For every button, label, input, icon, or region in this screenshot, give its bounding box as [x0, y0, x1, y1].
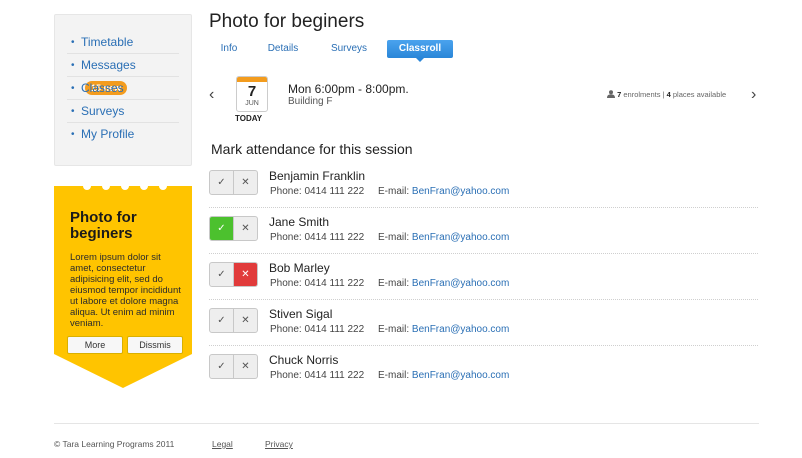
student-email: E-mail: BenFran@yahoo.com	[378, 370, 509, 381]
copyright: © Tara Learning Programs 2011	[54, 439, 175, 449]
session-time: Mon 6:00pm - 8:00pm.	[288, 82, 409, 96]
places-count: 4	[666, 90, 671, 99]
student-row: ✓ ✕ Benjamin Franklin Phone: 0414 111 22…	[209, 162, 758, 208]
email-link[interactable]: BenFran@yahoo.com	[412, 324, 509, 335]
session-header: ‹ 7 JUN TODAY Mon 6:00pm - 8:00pm. Build…	[205, 74, 765, 124]
session-location: Building F	[288, 96, 333, 107]
more-button[interactable]: More	[67, 336, 123, 354]
phone-label: Phone:	[270, 370, 302, 381]
session-day: 7	[247, 83, 257, 100]
mark-absent-button[interactable]: ✕	[234, 355, 257, 378]
student-phone: Phone: 0414 111 222	[270, 232, 364, 243]
email-label: E-mail:	[378, 186, 410, 197]
today-label: TODAY	[235, 114, 263, 123]
email-link[interactable]: BenFran@yahoo.com	[412, 278, 509, 289]
sidebar-item-timetable[interactable]: Timetable	[67, 31, 179, 54]
student-row: ✓ ✕ Stiven Sigal Phone: 0414 111 222 E-m…	[209, 300, 758, 346]
mark-present-button[interactable]: ✓	[210, 263, 234, 286]
mark-absent-button[interactable]: ✕	[234, 217, 257, 240]
sidebar-item-label: My Profile	[81, 127, 135, 141]
phone-value: 0414 111 222	[304, 324, 365, 335]
page-title: Photo for beginers	[209, 11, 365, 32]
email-link[interactable]: BenFran@yahoo.com	[412, 186, 509, 197]
student-email: E-mail: BenFran@yahoo.com	[378, 232, 509, 243]
mark-present-button[interactable]: ✓	[210, 171, 234, 194]
attendance-list: ✓ ✕ Benjamin Franklin Phone: 0414 111 22…	[209, 162, 758, 392]
tab-classroll[interactable]: Classroll	[387, 40, 453, 62]
footer: © Tara Learning Programs 2011 Legal Priv…	[54, 423, 759, 458]
mark-absent-button[interactable]: ✕	[234, 263, 257, 286]
tab-surveys[interactable]: Surveys	[317, 40, 381, 58]
email-label: E-mail:	[378, 324, 410, 335]
phone-label: Phone:	[270, 278, 302, 289]
sidebar-item-surveys[interactable]: Surveys	[67, 100, 179, 123]
attendance-toggle: ✓ ✕	[209, 170, 258, 195]
student-email: E-mail: BenFran@yahoo.com	[378, 324, 509, 335]
sidebar-item-my-profile[interactable]: My Profile	[67, 123, 179, 146]
dismiss-button[interactable]: Dissmis	[127, 336, 183, 354]
phone-label: Phone:	[270, 232, 302, 243]
email-label: E-mail:	[378, 278, 410, 289]
student-name: Benjamin Franklin	[269, 169, 366, 183]
legal-link[interactable]: Legal	[212, 439, 233, 449]
email-link[interactable]: BenFran@yahoo.com	[412, 370, 509, 381]
tab-details[interactable]: Details	[249, 40, 317, 58]
phone-value: 0414 111 222	[304, 232, 365, 243]
sidebar-item-label: Surveys	[81, 104, 125, 118]
sidebar-nav: Timetable Messages15 new Classes Surveys…	[54, 14, 192, 166]
student-email: E-mail: BenFran@yahoo.com	[378, 278, 509, 289]
student-phone: Phone: 0414 111 222	[270, 324, 364, 335]
enrolments-label: enrolments	[623, 90, 661, 99]
student-phone: Phone: 0414 111 222	[270, 186, 364, 197]
tab-bar: Info Details Surveys Classroll	[209, 40, 453, 62]
attendance-heading: Mark attendance for this session	[211, 141, 413, 157]
phone-value: 0414 111 222	[304, 186, 365, 197]
attendance-toggle: ✓ ✕	[209, 354, 258, 379]
email-label: E-mail:	[378, 370, 410, 381]
sidebar-item-label: Messages	[81, 58, 136, 72]
places-label: places available	[672, 90, 727, 99]
attendance-toggle: ✓ ✕	[209, 308, 258, 333]
student-phone: Phone: 0414 111 222	[270, 278, 364, 289]
student-name: Stiven Sigal	[269, 307, 333, 321]
mark-present-button[interactable]: ✓	[210, 355, 234, 378]
email-link[interactable]: BenFran@yahoo.com	[412, 232, 509, 243]
session-month: JUN	[245, 100, 259, 107]
student-name: Jane Smith	[269, 215, 330, 229]
sidebar-item-classes[interactable]: Classes	[67, 77, 179, 100]
sidebar-item-label: Classes	[81, 81, 124, 95]
phone-label: Phone:	[270, 186, 302, 197]
privacy-link[interactable]: Privacy	[265, 439, 293, 449]
attendance-toggle: ✓ ✕	[209, 216, 258, 241]
phone-label: Phone:	[270, 324, 302, 335]
student-row: ✓ ✕ Bob Marley Phone: 0414 111 222 E-mai…	[209, 254, 758, 300]
sidebar-item-label: Timetable	[81, 35, 134, 49]
student-name: Chuck Norris	[269, 353, 339, 367]
student-row: ✓ ✕ Chuck Norris Phone: 0414 111 222 E-m…	[209, 346, 758, 392]
email-label: E-mail:	[378, 232, 410, 243]
promo-body: Lorem ipsum dolor sit amet, consectetur …	[70, 252, 181, 329]
chevron-right-icon[interactable]: ›	[751, 86, 756, 104]
mark-present-button[interactable]: ✓	[210, 309, 234, 332]
mark-absent-button[interactable]: ✕	[234, 309, 257, 332]
promo-card: Photo for beginers Lorem ipsum dolor sit…	[54, 186, 192, 388]
student-name: Bob Marley	[269, 261, 330, 275]
enrolments-count: 7	[617, 90, 622, 99]
chevron-left-icon[interactable]: ‹	[209, 86, 214, 104]
student-email: E-mail: BenFran@yahoo.com	[378, 186, 509, 197]
person-icon	[607, 90, 615, 98]
promo-title: Photo for beginers	[70, 209, 137, 242]
student-row: ✓ ✕ Jane Smith Phone: 0414 111 222 E-mai…	[209, 208, 758, 254]
mark-absent-button[interactable]: ✕	[234, 171, 257, 194]
phone-value: 0414 111 222	[304, 278, 365, 289]
phone-value: 0414 111 222	[304, 370, 365, 381]
mark-present-button[interactable]: ✓	[210, 217, 234, 240]
enrolment-summary: 7 enrolments | 4 places available	[607, 90, 726, 99]
student-phone: Phone: 0414 111 222	[270, 370, 364, 381]
attendance-toggle: ✓ ✕	[209, 262, 258, 287]
calendar-icon: 7 JUN	[236, 76, 268, 112]
tab-info[interactable]: Info	[209, 40, 249, 58]
sidebar-item-messages[interactable]: Messages15 new	[67, 54, 179, 95]
